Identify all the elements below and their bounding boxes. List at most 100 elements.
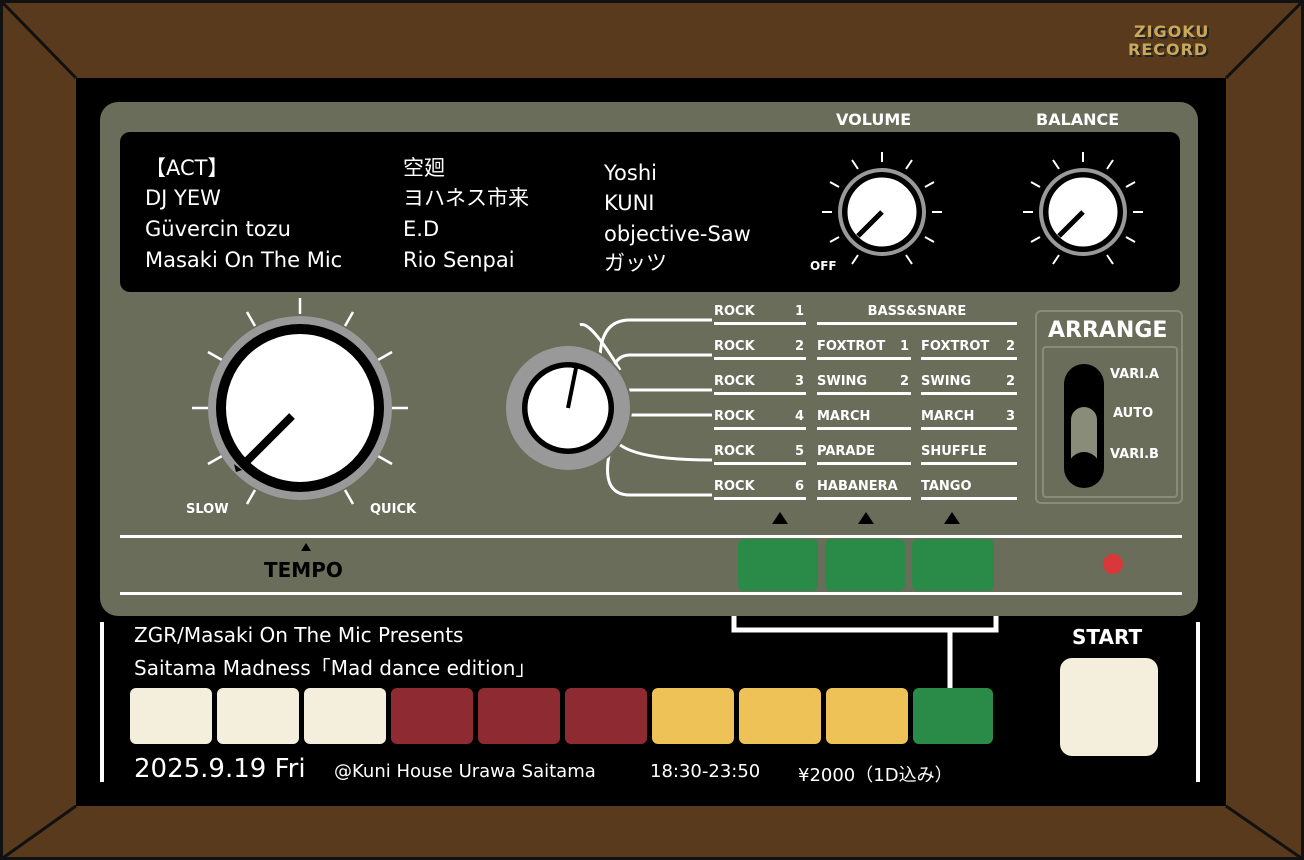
rhythm-rock-4[interactable]: ROCK 4 <box>714 409 806 430</box>
rhythm-name: MARCH <box>921 409 975 424</box>
strip-line-bottom <box>120 592 1182 595</box>
tempo-arrow-icon <box>301 543 311 551</box>
select-pad-3[interactable] <box>912 539 994 591</box>
left-bar <box>100 622 104 782</box>
act-col1-0: 【ACT】 <box>145 156 229 180</box>
balance-knob[interactable] <box>1021 150 1145 274</box>
logo-line1: ZIGOKU <box>1134 22 1210 41</box>
start-label: START <box>1072 625 1143 649</box>
act-col2-2: E.D <box>403 217 440 241</box>
rhythm-foxtrot-2[interactable]: FOXTROT 2 <box>921 339 1017 360</box>
rhythm-name: ROCK <box>714 479 755 494</box>
step-pad-1[interactable] <box>130 688 212 744</box>
rhythm-rock-6[interactable]: ROCK 6 <box>714 479 806 500</box>
rhythm-rock-3[interactable]: ROCK 3 <box>714 374 806 395</box>
event-time: 18:30-23:50 <box>650 761 761 782</box>
zigoku-record-logo: ZIGOKU RECORD <box>1120 22 1220 66</box>
rhythm-num: 3 <box>1005 409 1015 424</box>
step-pad-8[interactable] <box>739 688 821 744</box>
rhythm-num: 2 <box>899 374 909 389</box>
rhythm-swing-col3[interactable]: SWING 2 <box>921 374 1017 395</box>
arrow-up-icon <box>944 512 960 524</box>
arrange-title: ARRANGE <box>1048 318 1168 343</box>
rhythm-rock-2[interactable]: ROCK 2 <box>714 339 806 360</box>
rhythm-bass-snare[interactable]: BASS&SNARE <box>817 304 1017 325</box>
act-col1-1: DJ YEW <box>145 186 221 210</box>
act-col3-0: Yoshi <box>604 161 657 185</box>
rhythm-selector[interactable] <box>500 310 720 510</box>
rhythm-rock-1[interactable]: ROCK 1 <box>714 304 806 325</box>
rhythm-swing-col2[interactable]: SWING 2 <box>817 374 911 395</box>
rhythm-name: TANGO <box>921 479 972 494</box>
step-pad-5[interactable] <box>478 688 560 744</box>
rhythm-name: SWING <box>817 374 868 389</box>
step-pad-7[interactable] <box>652 688 734 744</box>
arrow-up-icon <box>858 512 874 524</box>
step-pad-9[interactable] <box>826 688 908 744</box>
step-pad-3[interactable] <box>304 688 386 744</box>
rhythm-num: 1 <box>794 304 804 319</box>
rhythm-name: SHUFFLE <box>921 444 987 459</box>
rhythm-name: ROCK <box>714 444 755 459</box>
quick-label: QUICK <box>370 502 417 517</box>
rhythm-tango[interactable]: TANGO <box>921 479 1017 500</box>
event-date: 2025.9.19 Fri <box>134 754 306 784</box>
rhythm-name: ROCK <box>714 374 755 389</box>
arrange-opt-auto[interactable]: AUTO <box>1113 406 1153 421</box>
start-button[interactable] <box>1060 658 1158 756</box>
rhythm-rock-5[interactable]: ROCK 5 <box>714 444 806 465</box>
rhythm-num: 2 <box>1005 374 1015 389</box>
rhythm-num: 5 <box>794 444 804 459</box>
rhythm-num: 3 <box>794 374 804 389</box>
select-pad-1[interactable] <box>738 539 818 591</box>
rhythm-habanera[interactable]: HABANERA <box>817 479 911 500</box>
act-col2-0: 空廻 <box>403 156 445 180</box>
step-pad-4[interactable] <box>391 688 473 744</box>
select-pad-2[interactable] <box>825 539 905 591</box>
act-col3-3: ガッツ <box>604 251 667 275</box>
arrow-up-icon <box>772 512 788 524</box>
rhythm-num: 2 <box>794 339 804 354</box>
step-pad-10[interactable] <box>913 688 993 744</box>
slow-label: SLOW <box>186 502 229 517</box>
act-col2-1: ヨハネス市来 <box>403 186 529 210</box>
column-arrows <box>772 512 960 524</box>
act-col1-3: Masaki On The Mic <box>145 248 343 272</box>
arrange-opt-vari-a[interactable]: VARI.A <box>1110 367 1159 382</box>
tempo-knob[interactable] <box>188 296 412 520</box>
rhythm-parade[interactable]: PARADE <box>817 444 911 465</box>
event-venue: @Kuni House Urawa Saitama <box>334 761 596 782</box>
act-col1-2: Güvercin tozu <box>145 217 291 241</box>
act-col3-1: KUNI <box>604 191 655 215</box>
rhythm-foxtrot-1[interactable]: FOXTROT 1 <box>817 339 911 360</box>
act-col3-2: objective-Saw <box>604 222 751 246</box>
arrange-switch[interactable] <box>1060 360 1108 490</box>
rhythm-name: FOXTROT <box>817 339 886 354</box>
tempo-label: TEMPO <box>264 558 343 582</box>
logo-line2: RECORD <box>1128 40 1209 59</box>
volume-knob[interactable] <box>820 150 944 274</box>
led-indicator <box>1103 554 1123 574</box>
event-title: Saitama Madness「Mad dance edition」 <box>134 656 536 680</box>
rhythm-name: ROCK <box>714 339 755 354</box>
rhythm-name: ROCK <box>714 304 755 319</box>
rhythm-num: 2 <box>1005 339 1015 354</box>
step-pad-2[interactable] <box>217 688 299 744</box>
rhythm-name: ROCK <box>714 409 755 424</box>
rhythm-shuffle[interactable]: SHUFFLE <box>921 444 1017 465</box>
right-bar <box>1196 622 1200 782</box>
rhythm-name: PARADE <box>817 444 876 459</box>
pad-bracket <box>731 616 999 688</box>
event-price: ¥2000（1D込み） <box>798 765 953 786</box>
step-pad-6[interactable] <box>565 688 647 744</box>
rhythm-num: 1 <box>899 339 909 354</box>
rhythm-name: HABANERA <box>817 479 898 494</box>
rhythm-name: BASS&SNARE <box>867 304 967 319</box>
strip-line-top <box>120 535 1182 538</box>
rhythm-march-col2[interactable]: MARCH <box>817 409 911 430</box>
rhythm-name: SWING <box>921 374 972 389</box>
rhythm-march-col3[interactable]: MARCH 3 <box>921 409 1017 430</box>
act-col2-3: Rio Senpai <box>403 248 515 272</box>
rhythm-name: FOXTROT <box>921 339 990 354</box>
arrange-opt-vari-b[interactable]: VARI.B <box>1110 447 1159 462</box>
